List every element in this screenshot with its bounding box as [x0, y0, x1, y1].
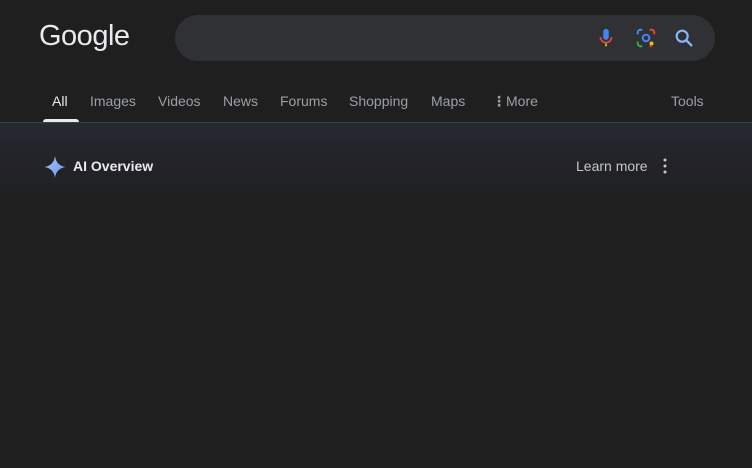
- search-icon[interactable]: [673, 27, 695, 49]
- tools-button[interactable]: Tools: [671, 88, 704, 122]
- tab-news[interactable]: News: [223, 88, 258, 122]
- search-input[interactable]: [195, 23, 579, 55]
- learn-more-link[interactable]: Learn more: [576, 158, 648, 174]
- tab-images[interactable]: Images: [90, 88, 136, 122]
- tab-more-label: More: [506, 93, 538, 109]
- search-tabs: All Images Videos News Forums Shopping M…: [0, 88, 752, 122]
- ai-overview: AI Overview Learn more: [0, 123, 752, 213]
- search-results-page: Google All Images Videos News Forums Sho…: [0, 0, 752, 468]
- tab-videos[interactable]: Videos: [158, 88, 201, 122]
- tab-maps[interactable]: Maps: [431, 88, 465, 122]
- tab-forums[interactable]: Forums: [280, 88, 327, 122]
- google-logo[interactable]: Google: [39, 20, 130, 53]
- google-lens-icon[interactable]: [635, 27, 657, 49]
- kebab-menu-icon[interactable]: [657, 156, 673, 176]
- sparkle-icon: [43, 155, 67, 179]
- tab-all[interactable]: All: [43, 88, 78, 122]
- search-bar[interactable]: [175, 15, 715, 61]
- tab-shopping[interactable]: Shopping: [349, 88, 408, 122]
- header: Google All Images Videos News Forums Sho…: [0, 0, 752, 122]
- tab-more[interactable]: ⋮More: [492, 88, 538, 122]
- vertical-dots-icon: ⋮: [492, 93, 506, 109]
- ai-overview-title: AI Overview: [73, 158, 154, 174]
- microphone-icon[interactable]: [595, 27, 617, 49]
